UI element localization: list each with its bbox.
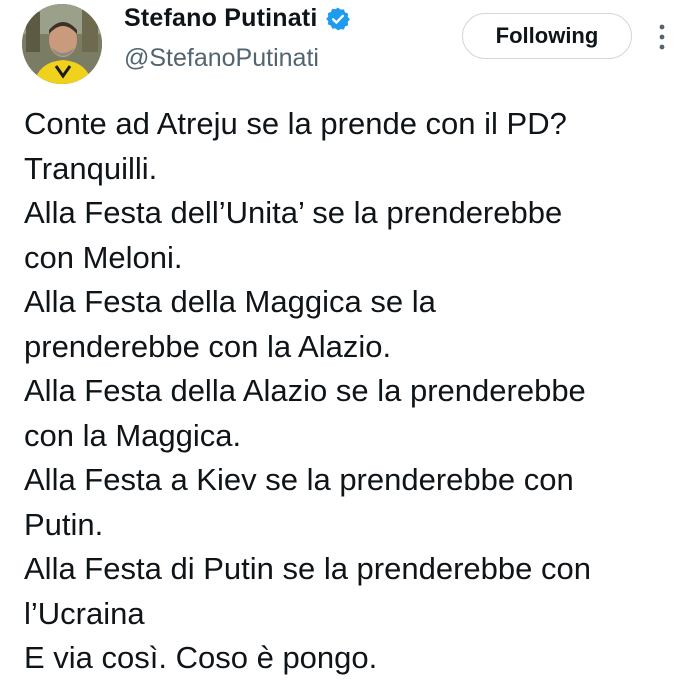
author-handle[interactable]: @StefanoPutinati <box>124 44 319 73</box>
tweet-text-line: Tranquilli. <box>24 150 158 186</box>
author-display-name[interactable]: Stefano Putinati <box>124 4 317 33</box>
tweet-text-line: con la Maggica. <box>24 417 242 453</box>
tweet-text-line: Alla Festa dell’Unita’ se la prenderebbe <box>24 195 563 230</box>
following-button[interactable]: Following <box>462 13 632 59</box>
tweet-text-line: prenderebbe con la Alazio. <box>24 328 392 364</box>
tweet-text-line: E via così. Coso è pongo. <box>24 640 378 675</box>
tweet-text-line: Alla Festa di Putin se la prenderebbe co… <box>24 551 591 586</box>
avatar-photo <box>22 4 102 84</box>
tweet-text-line: Conte ad Atreju se la prende con il PD? <box>24 106 567 141</box>
author-name-row: Stefano Putinati <box>124 4 351 33</box>
tweet-text-line: Alla Festa della Maggica se la <box>24 284 436 319</box>
tweet-text-line: con Meloni. <box>24 239 183 275</box>
tweet-text: Conte ad Atreju se la prende con il PD? … <box>24 102 676 681</box>
tweet-text-line: l’Ucraina <box>24 595 145 631</box>
verified-badge-icon <box>325 6 351 32</box>
tweet-card: Stefano Putinati @StefanoPutinati Follow… <box>0 0 680 700</box>
tweet-text-line: Putin. <box>24 506 104 542</box>
tweet-text-line: Alla Festa a Kiev se la prenderebbe con <box>24 462 574 497</box>
more-vertical-icon[interactable] <box>652 20 672 56</box>
tweet-text-line: Alla Festa della Alazio se la prenderebb… <box>24 373 586 408</box>
avatar[interactable] <box>22 4 102 84</box>
